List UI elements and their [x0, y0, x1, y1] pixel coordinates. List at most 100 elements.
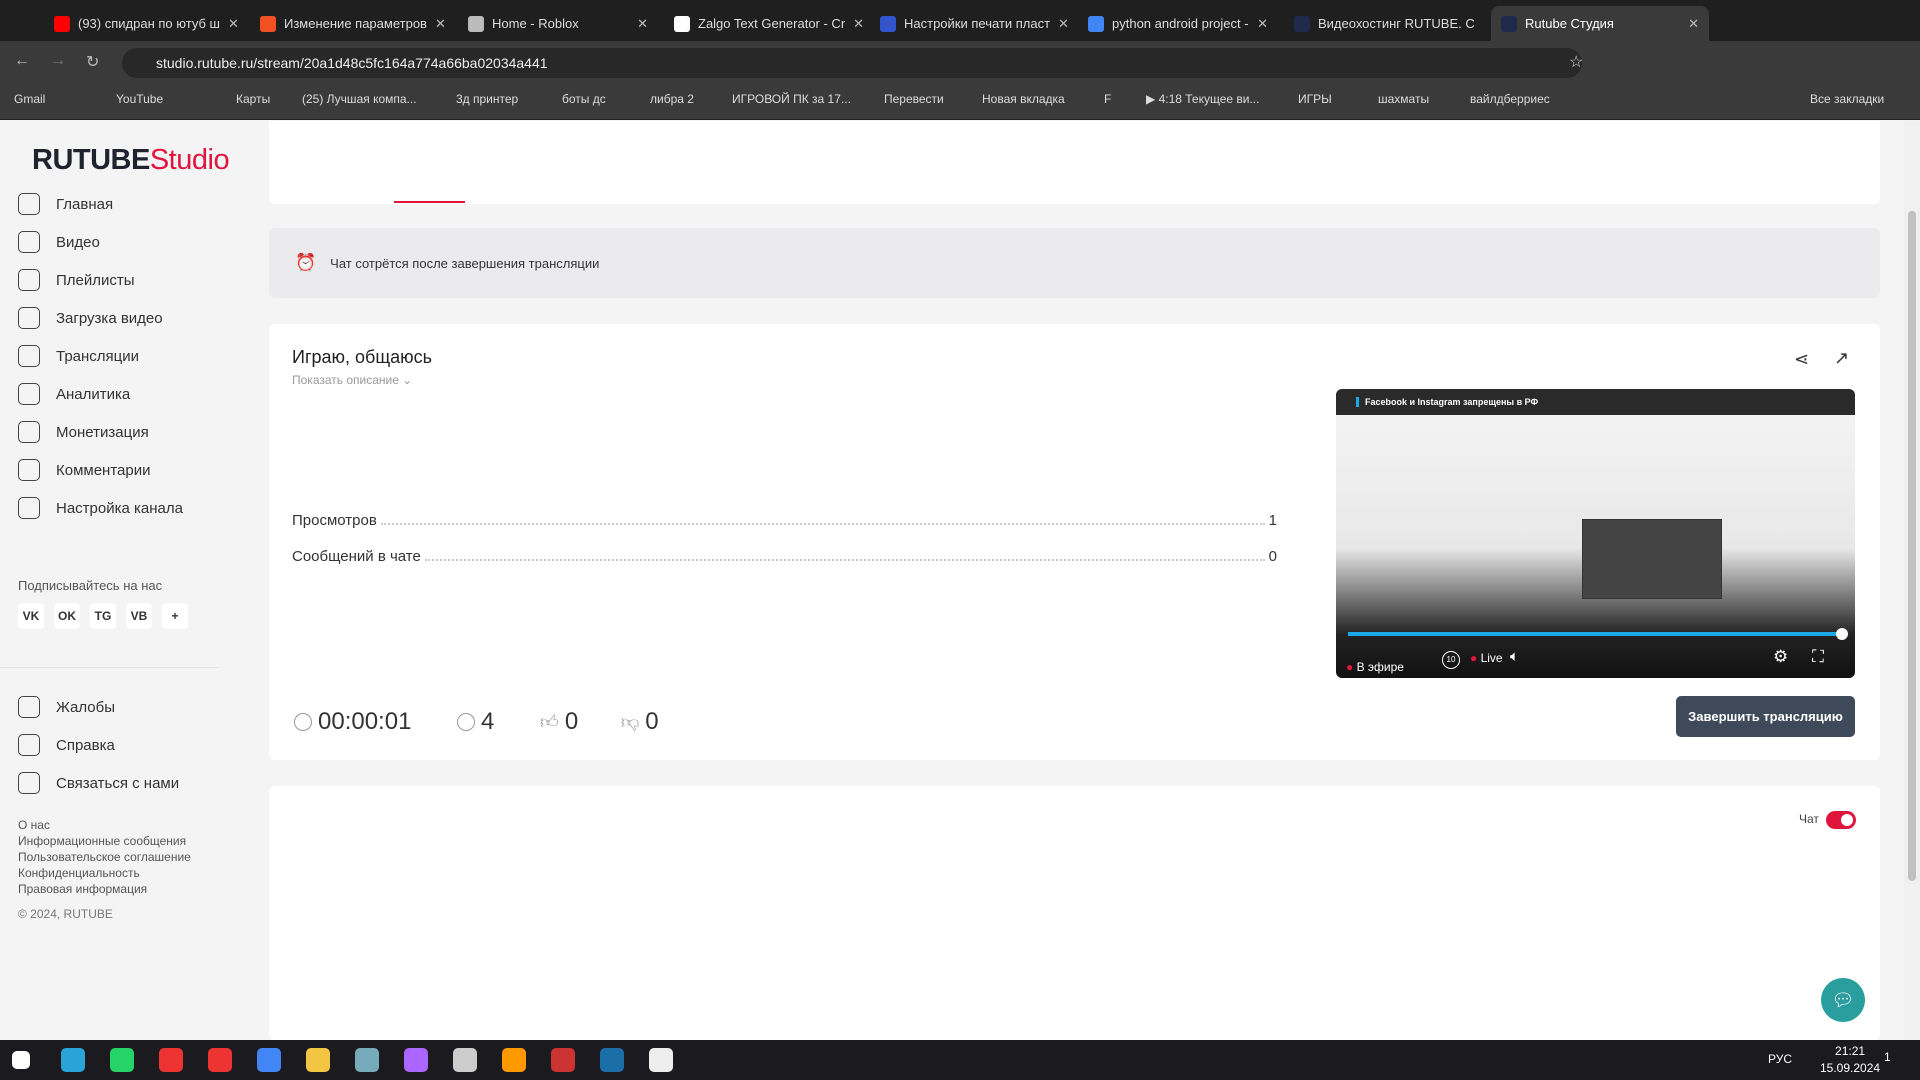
scrollbar[interactable]	[1904, 121, 1920, 1040]
notice-banner: ⏰ Чат сотрётся после завершения трансляц…	[269, 228, 1880, 298]
address-bar[interactable]: studio.rutube.ru/stream/20a1d48c5fc164a7…	[122, 48, 1582, 78]
bookmark[interactable]: шахматы	[1378, 92, 1429, 106]
footer-link[interactable]: О нас	[18, 818, 50, 832]
bookmark-star-icon[interactable]: ☆	[1569, 52, 1583, 72]
taskbar-app-icon[interactable]	[453, 1048, 477, 1072]
volume-icon[interactable]: 🔈︎	[1510, 648, 1519, 665]
browser-tab[interactable]: Видеохостинг RUTUBE. С✕	[1284, 6, 1484, 41]
clock[interactable]: 21:21 15.09.2024	[1820, 1043, 1880, 1077]
taskbar-app-icon[interactable]	[110, 1048, 134, 1072]
social-link[interactable]: TG	[90, 603, 116, 629]
sidebar-support-item[interactable]: Связаться с нами	[18, 772, 179, 794]
taskbar-app-icon[interactable]	[600, 1048, 624, 1072]
social-link[interactable]: VK	[18, 603, 44, 629]
bookmark[interactable]: Gmail	[14, 92, 45, 106]
bookmark[interactable]: Перевести	[884, 92, 944, 106]
bookmark[interactable]: Карты	[236, 92, 270, 106]
footer-link[interactable]: Правовая информация	[18, 882, 147, 896]
social-link[interactable]: OK	[54, 603, 80, 629]
user-icon	[457, 713, 475, 731]
taskbar-app-icon[interactable]	[306, 1048, 330, 1072]
close-tab-icon[interactable]: ✕	[1257, 16, 1268, 32]
progress-bar[interactable]	[1348, 632, 1843, 636]
bookmark[interactable]: F	[1104, 92, 1111, 106]
taskbar-app-icon[interactable]	[12, 1051, 30, 1069]
skip-forward-icon[interactable]: 10	[1442, 651, 1460, 669]
social-link[interactable]: +	[162, 603, 188, 629]
bookmark[interactable]: YouTube	[116, 92, 163, 106]
bookmark[interactable]: 3д принтер	[456, 92, 518, 106]
bookmark[interactable]: (25) Лучшая компа...	[302, 92, 417, 106]
sidebar-support-item[interactable]: Справка	[18, 734, 115, 756]
notification-center[interactable]: 1	[1884, 1050, 1891, 1064]
scrollbar-thumb[interactable]	[1908, 211, 1916, 881]
sidebar-item[interactable]: Настройка канала	[18, 497, 183, 519]
coin-icon	[18, 421, 40, 443]
progress-handle[interactable]	[1836, 628, 1848, 640]
favicon-icon	[260, 15, 276, 32]
input-language[interactable]: РУС	[1768, 1052, 1792, 1066]
taskbar-app-icon[interactable]	[502, 1048, 526, 1072]
sidebar-support-item[interactable]: Жалобы	[18, 696, 115, 718]
close-tab-icon[interactable]: ✕	[637, 16, 648, 32]
sidebar-item[interactable]: Комментарии	[18, 459, 150, 481]
taskbar-app-icon[interactable]	[649, 1048, 673, 1072]
all-bookmarks[interactable]: Все закладки	[1810, 92, 1884, 106]
taskbar-app-icon[interactable]	[257, 1048, 281, 1072]
share-icon[interactable]: ⋖	[1794, 349, 1809, 370]
sidebar-item[interactable]: Главная	[18, 193, 113, 215]
live-indicator[interactable]: ● Live	[1470, 651, 1503, 665]
alarm-icon: ⏰	[295, 253, 317, 272]
taskbar-app-icon[interactable]	[404, 1048, 428, 1072]
close-tab-icon[interactable]: ✕	[1058, 16, 1069, 32]
close-tab-icon[interactable]: ✕	[1483, 16, 1484, 32]
sidebar-item[interactable]: Монетизация	[18, 421, 149, 443]
back-icon[interactable]: ←	[14, 52, 30, 70]
fullscreen-icon[interactable]: ⛶	[1812, 647, 1824, 667]
end-stream-button[interactable]: Завершить трансляцию	[1676, 696, 1855, 737]
footer-link[interactable]: Пользовательское соглашение	[18, 850, 191, 864]
sidebar-item[interactable]: Загрузка видео	[18, 307, 163, 329]
sidebar-item[interactable]: Аналитика	[18, 383, 130, 405]
browser-tab[interactable]: Home - Roblox ✕	[458, 6, 658, 41]
sidebar-item[interactable]: Видео	[18, 231, 100, 253]
sidebar-item[interactable]: Плейлисты	[18, 269, 135, 291]
forward-icon[interactable]: →	[50, 52, 66, 70]
taskbar-app-icon[interactable]	[61, 1048, 85, 1072]
browser-tab[interactable]: Настройки печати пласт ✕	[870, 6, 1070, 41]
clock-icon	[294, 713, 312, 731]
open-external-icon[interactable]: ↗	[1834, 348, 1849, 369]
support-chat-button[interactable]: 💬︎	[1821, 978, 1865, 1022]
close-tab-icon[interactable]: ✕	[435, 16, 446, 32]
bookmark[interactable]: Новая вкладка	[982, 92, 1065, 106]
bookmark[interactable]: либра 2	[650, 92, 694, 106]
browser-tab[interactable]: python android project - ✕	[1078, 6, 1278, 41]
browser-tab[interactable]: Rutube Студия ✕	[1491, 6, 1709, 41]
close-tab-icon[interactable]: ✕	[853, 16, 864, 32]
bookmark[interactable]: ИГРОВОЙ ПК за 17...	[732, 92, 851, 106]
taskbar-app-icon[interactable]	[159, 1048, 183, 1072]
bookmark[interactable]: боты дс	[562, 92, 606, 106]
settings-gear-icon[interactable]: ⚙	[1773, 647, 1788, 667]
close-tab-icon[interactable]: ✕	[1688, 16, 1699, 32]
sidebar-item[interactable]: Трансляции	[18, 345, 139, 367]
chat-toggle[interactable]	[1826, 811, 1856, 829]
taskbar-app-icon[interactable]	[208, 1048, 232, 1072]
footer-link[interactable]: Информационные сообщения	[18, 834, 186, 848]
taskbar-app-icon[interactable]	[355, 1048, 379, 1072]
browser-tab[interactable]: Изменение параметров ✕	[250, 6, 450, 41]
close-tab-icon[interactable]: ✕	[228, 16, 239, 32]
browser-tab[interactable]: Zalgo Text Generator - Cr ✕	[664, 6, 864, 41]
rutube-studio-logo[interactable]: RUTUBEStudio	[32, 144, 230, 177]
bookmark[interactable]: ▶ 4:18 Текущее ви...	[1146, 92, 1259, 106]
reload-icon[interactable]: ↻	[86, 52, 99, 72]
likes: 👍︎ 0	[540, 708, 579, 735]
bookmark[interactable]: вайлдберриес	[1470, 92, 1550, 106]
taskbar-app-icon[interactable]	[551, 1048, 575, 1072]
bookmark[interactable]: ИГРЫ	[1298, 92, 1332, 106]
video-player[interactable]: Facebook и Instagram запрещены в РФ ● В …	[1336, 389, 1855, 678]
browser-tab[interactable]: (93) спидран по ютуб ш ✕	[44, 6, 244, 41]
show-description-link[interactable]: Показать описание ⌄	[292, 373, 412, 387]
footer-link[interactable]: Конфиденциальность	[18, 866, 140, 880]
social-link[interactable]: VB	[126, 603, 152, 629]
